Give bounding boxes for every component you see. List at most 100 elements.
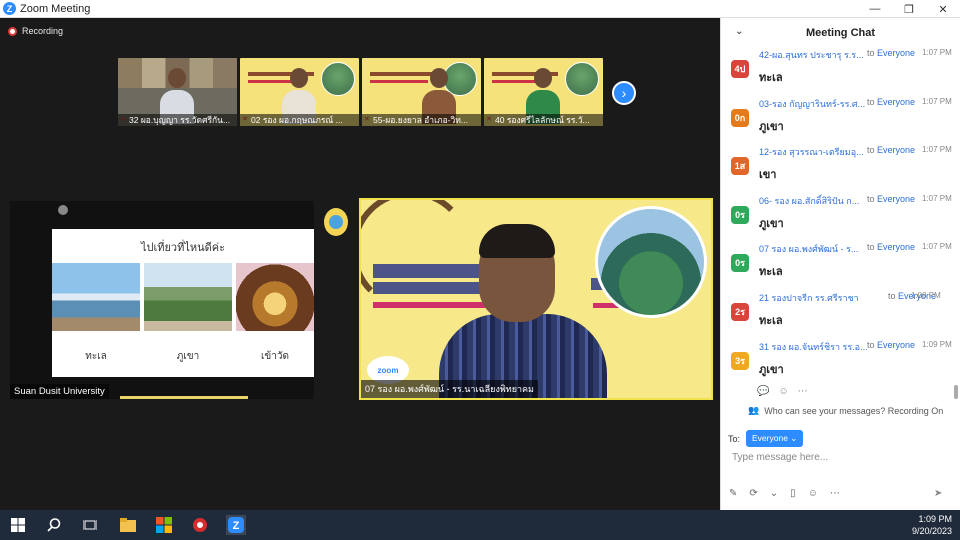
video-thumbnail[interactable]: ✕ 32 ผอ.บุญญา รร.วัดศรีกัน... <box>118 58 237 126</box>
message-text: เขา <box>759 169 777 182</box>
store-icon[interactable] <box>154 515 174 535</box>
avatar: 0ร <box>731 254 749 273</box>
app-icon[interactable] <box>190 515 210 535</box>
slide-title: ไปเที่ยวที่ไหนดีค่ะ <box>140 242 226 254</box>
visibility-notice[interactable]: 👥 Who can see your messages? Recording O… <box>748 405 943 416</box>
message-recipient: to Everyone <box>867 242 916 253</box>
chat-message: 4ป 42-ผอ.สุนทร ประชารุ ร.ร... to Everyon… <box>721 46 952 95</box>
visibility-text: Who can see your messages? Recording On <box>764 405 944 416</box>
message-sender: 21 รองปาจรีก รร.ศรีราชา <box>759 292 859 303</box>
system-clock[interactable]: 1:09 PM 9/20/2023 <box>912 513 952 537</box>
building-image <box>595 206 707 318</box>
comment-icon[interactable]: 💬 <box>757 386 769 397</box>
meeting-area: Recording ✕ 32 ผอ.บุญญา รร.วัดศรีกัน... … <box>0 18 720 510</box>
task-view-icon[interactable] <box>80 515 100 535</box>
clock-date: 9/20/2023 <box>911 526 952 536</box>
people-icon: 👥 <box>748 405 760 415</box>
chat-message: 0ร 07 รอง ผอ.พงศ์พัฒน์ - ร... to Everyon… <box>721 240 952 289</box>
chat-scrollbar[interactable] <box>954 385 958 399</box>
zoom-logo-icon: Z <box>3 2 16 15</box>
recipient-dropdown[interactable]: Everyone ⌄ <box>746 430 804 447</box>
emoji-icon[interactable]: ☺ <box>808 488 818 499</box>
message-time: 1:07 PM <box>922 96 952 106</box>
avatar: 0ร <box>731 205 749 224</box>
record-icon <box>8 26 17 36</box>
message-recipient: to Everyone <box>867 96 916 107</box>
mountain-image <box>144 263 232 331</box>
minimize-button[interactable]: — <box>858 0 892 18</box>
emblem-icon <box>324 208 348 236</box>
svg-text:Z: Z <box>233 520 240 532</box>
message-text: ภูเขา <box>759 363 784 376</box>
video-thumbnail[interactable]: ✕ 02 รอง ผอ.กฤษณภรณ์ ... <box>240 58 359 126</box>
chat-input[interactable]: Type message here... <box>732 452 828 463</box>
slide: ไปเที่ยวที่ไหนดีค่ะ ทะเล ภูเขา เข้าวัด <box>52 229 314 377</box>
message-time: 1:07 PM <box>922 48 952 57</box>
thumbnail-name: 55-ผอ.ยงยาล อำเภอ-วิท... <box>362 114 481 126</box>
chevron-down-icon[interactable]: ⌄ <box>770 488 778 499</box>
message-recipient: to Everyone <box>867 193 916 204</box>
format-icon[interactable]: ✎ <box>729 488 737 499</box>
camera-icon <box>58 205 68 215</box>
shared-screen-tile[interactable]: ไปเที่ยวที่ไหนดีค่ะ ทะเล ภูเขา เข้าวัด S… <box>10 201 314 399</box>
video-thumbnail[interactable]: ✕ 40 รองศรีไลลักษณ์ รร.วั... <box>484 58 603 126</box>
restore-button[interactable]: ❐ <box>892 0 926 18</box>
sea-image <box>52 263 140 331</box>
file-icon[interactable]: ▯ <box>790 488 796 499</box>
message-time: 1:07 PM <box>922 242 952 252</box>
taskbar: Z 1:09 PM 9/20/2023 <box>0 510 960 540</box>
message-recipient: to Everyone <box>867 145 916 156</box>
thumbnail-name: 32 ผอ.บุญญา รร.วัดศรีกัน... <box>118 114 237 126</box>
more-icon[interactable]: ⋯ <box>798 386 808 397</box>
message-time: 1:09 PM <box>922 339 952 349</box>
clock-time: 1:09 PM <box>918 514 952 524</box>
participant-name: 07 รอง ผอ.พงศ์พัฒน์ - รร.นาเฉลียงพิทยาคม <box>361 380 538 398</box>
message-time: 1:07 PM <box>922 145 952 155</box>
window-title: Zoom Meeting <box>20 2 91 15</box>
chat-message: 0ก 03-รอง กัญญารินทร์-รร.ศ... to Everyon… <box>721 95 952 144</box>
slide-caption: เข้าวัด <box>261 351 289 362</box>
message-actions: 💬 ☺ ⋯ <box>757 386 808 397</box>
chat-message-list: 4ป 42-ผอ.สุนทร ประชารุ ร.ร... to Everyon… <box>721 46 952 387</box>
message-recipient: to Everyone <box>867 48 916 58</box>
message-time: 1:07 PM <box>922 193 952 203</box>
zoom-app-icon[interactable]: Z <box>226 515 246 535</box>
send-icon[interactable]: ➤ <box>934 488 942 499</box>
more-icon[interactable]: ⋯ <box>830 488 840 499</box>
speaker-video <box>439 224 607 398</box>
video-thumbnail[interactable]: ✕ 55-ผอ.ยงยาล อำเภอ-วิท... <box>362 58 481 126</box>
chat-message: 3ร 31 รอง ผอ.จันทร์ชิรา รร.อ... to Every… <box>721 338 952 387</box>
message-text: ทะเล <box>759 314 783 327</box>
chevron-down-icon[interactable]: ⌄ <box>735 26 743 37</box>
recipient-row: To: Everyone ⌄ <box>728 430 804 447</box>
chat-title: Meeting Chat <box>805 27 876 39</box>
file-explorer-icon[interactable] <box>118 515 138 535</box>
message-recipient: to Everyone <box>867 339 916 350</box>
next-page-button[interactable]: › <box>612 81 636 105</box>
avatar: 1ส <box>731 157 749 176</box>
slide-caption: ภูเขา <box>176 351 200 362</box>
active-speaker-tile[interactable]: zoom 07 รอง ผอ.พงศ์พัฒน์ - รร.นาเฉลียงพิ… <box>359 198 713 400</box>
temple-image <box>236 263 314 331</box>
recording-label: Recording <box>22 26 64 36</box>
avatar: 3ร <box>731 351 749 370</box>
recording-indicator[interactable]: Recording <box>8 26 63 36</box>
thumbnail-name: 02 รอง ผอ.กฤษณภรณ์ ... <box>240 114 359 126</box>
message-text: ทะเล <box>759 72 783 84</box>
windows-start-icon[interactable] <box>8 515 28 535</box>
chat-message: 0ร 06- รอง ผอ.สักดิ์สิริปัน ก... to Ever… <box>721 192 952 241</box>
emoji-icon[interactable]: ☺ <box>778 386 788 397</box>
slide-caption: ทะเล <box>85 351 107 362</box>
video-thumbnail-strip: ✕ 32 ผอ.บุญญา รร.วัดศรีกัน... ✕ 02 รอง ผ… <box>118 58 603 126</box>
screenshot-icon[interactable]: ⟳ <box>749 488 757 499</box>
active-underline <box>120 396 248 399</box>
participant-name: Suan Dusit University <box>10 384 109 399</box>
avatar: 4ป <box>731 60 749 78</box>
thumbnail-name: 40 รองศรีไลลักษณ์ รร.วั... <box>484 114 603 126</box>
chat-message: 2ร 21 รองปาจรีก รร.ศรีราชา to Everyone 1… <box>721 289 949 338</box>
chat-message: 1ส 12-รอง สุวรรณา-เตรียมอุ... to Everyon… <box>721 143 952 192</box>
close-button[interactable]: ✕ <box>926 0 960 18</box>
chat-toolbar: ✎ ⟳ ⌄ ▯ ☺ ⋯ <box>729 488 840 499</box>
search-icon[interactable] <box>44 515 64 535</box>
message-text: ภูเขา <box>759 217 784 230</box>
